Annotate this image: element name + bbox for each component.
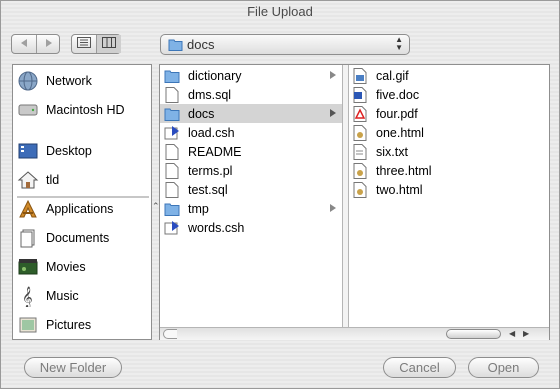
image-file-icon (352, 67, 368, 84)
word-doc-icon (352, 86, 368, 103)
sidebar-item-desktop[interactable]: Desktop (17, 139, 149, 163)
sidebar-item-macintosh-hd[interactable]: Macintosh HD (17, 98, 149, 122)
sidebar-item-label: Network (46, 74, 92, 88)
disclosure-arrow-icon (330, 204, 336, 212)
popup-arrows-icon: ▲ ▼ (395, 35, 403, 52)
list-item[interactable]: tmp (164, 199, 342, 218)
window-title: File Upload (247, 4, 313, 19)
sidebar-item-pictures[interactable]: Pictures (17, 313, 149, 337)
list-item[interactable]: one.html (352, 123, 542, 142)
folder-icon (168, 38, 183, 54)
applications-icon (17, 198, 39, 220)
script-file-icon (164, 220, 180, 236)
list-item[interactable]: two.html (352, 180, 542, 199)
documents-icon (17, 227, 39, 249)
cancel-button[interactable]: Cancel (383, 357, 456, 378)
back-button[interactable] (12, 35, 36, 53)
folder-icon (164, 68, 180, 84)
text-file-icon (164, 143, 180, 160)
movies-icon (17, 256, 39, 278)
horizontal-scrollbar[interactable]: ◀ ▶ (160, 327, 549, 340)
html-file-icon (352, 181, 368, 198)
home-icon (17, 169, 39, 191)
html-file-icon (352, 162, 368, 179)
svg-text:𝄞: 𝄞 (22, 287, 33, 307)
sidebar-item-label: Music (46, 289, 79, 303)
sidebar-item-tld[interactable]: tld (17, 168, 149, 192)
sidebar-item-label: Movies (46, 260, 86, 274)
forward-button[interactable] (36, 35, 60, 53)
list-item[interactable]: five.doc (352, 85, 542, 104)
browser-column-2: cal.gif five.doc four.pdf one.html six.t… (350, 65, 549, 327)
folder-icon (164, 201, 180, 217)
list-item[interactable]: dictionary (164, 66, 342, 85)
column-separator[interactable] (343, 65, 349, 327)
scroll-left-arrow-icon[interactable]: ◀ (509, 328, 515, 340)
sidebar-item-label: Pictures (46, 318, 92, 332)
column-browser: dictionary dms.sql docs load.csh README (159, 64, 550, 340)
forward-arrow-icon (44, 37, 54, 51)
disclosure-arrow-icon (330, 71, 336, 79)
hard-drive-icon (17, 99, 39, 121)
folder-icon (164, 106, 180, 122)
list-item[interactable]: README (164, 142, 342, 161)
history-nav-control (11, 34, 60, 54)
sidebar-item-label: Macintosh HD (46, 103, 125, 117)
new-folder-button[interactable]: New Folder (24, 357, 122, 378)
sidebar-item-label: Desktop (46, 144, 92, 158)
text-file-icon (164, 86, 180, 103)
text-file-icon (164, 162, 180, 179)
list-item[interactable]: test.sql (164, 180, 342, 199)
sidebar-item-label: Documents (46, 231, 110, 245)
view-mode-control (71, 34, 121, 54)
text-file-icon (352, 143, 368, 160)
list-item[interactable]: dms.sql (164, 85, 342, 104)
open-button[interactable]: Open (468, 357, 539, 378)
sidebar-item-label: Applications (46, 202, 114, 216)
list-item[interactable]: three.html (352, 161, 542, 180)
list-view-icon (77, 37, 91, 51)
list-item[interactable]: cal.gif (352, 66, 542, 85)
column-view-icon (102, 37, 116, 51)
column-view-button[interactable] (96, 35, 121, 53)
scrollbar-thumb[interactable] (446, 329, 501, 339)
sidebar-item-movies[interactable]: Movies (17, 255, 149, 279)
html-file-icon (352, 124, 368, 141)
network-globe-icon (17, 70, 39, 92)
pictures-icon (17, 314, 39, 336)
list-item[interactable]: six.txt (352, 142, 542, 161)
sidebar-item-applications[interactable]: Applications (17, 197, 149, 221)
sidebar-item-label: tld (46, 173, 60, 187)
sidebar-item-network[interactable]: Network (17, 69, 149, 93)
browser-column-1: dictionary dms.sql docs load.csh README (160, 65, 343, 327)
sidebar-item-music[interactable]: 𝄞 Music (17, 284, 149, 308)
location-popup[interactable]: docs ▲ ▼ (160, 34, 410, 55)
list-item-selected[interactable]: docs (160, 104, 342, 123)
disclosure-arrow-icon (330, 109, 336, 117)
list-item[interactable]: terms.pl (164, 161, 342, 180)
file-upload-dialog: File Upload docs ▲ ▼ Network Macintosh H… (0, 0, 560, 389)
pdf-file-icon (352, 105, 368, 122)
list-item[interactable]: four.pdf (352, 104, 542, 123)
scroll-right-arrow-icon[interactable]: ▶ (523, 328, 529, 340)
list-item[interactable]: words.csh (164, 218, 342, 237)
sidebar-item-documents[interactable]: Documents (17, 226, 149, 250)
list-view-button[interactable] (72, 35, 96, 53)
location-label: docs (187, 37, 215, 52)
list-item[interactable]: load.csh (164, 123, 342, 142)
script-file-icon (164, 125, 180, 141)
scrollbar-track-cap (163, 329, 177, 339)
desktop-icon (17, 140, 39, 162)
text-file-icon (164, 181, 180, 198)
back-arrow-icon (19, 37, 29, 51)
music-icon: 𝄞 (17, 285, 39, 307)
sidebar: Network Macintosh HD Desktop tld Applica… (12, 64, 152, 340)
